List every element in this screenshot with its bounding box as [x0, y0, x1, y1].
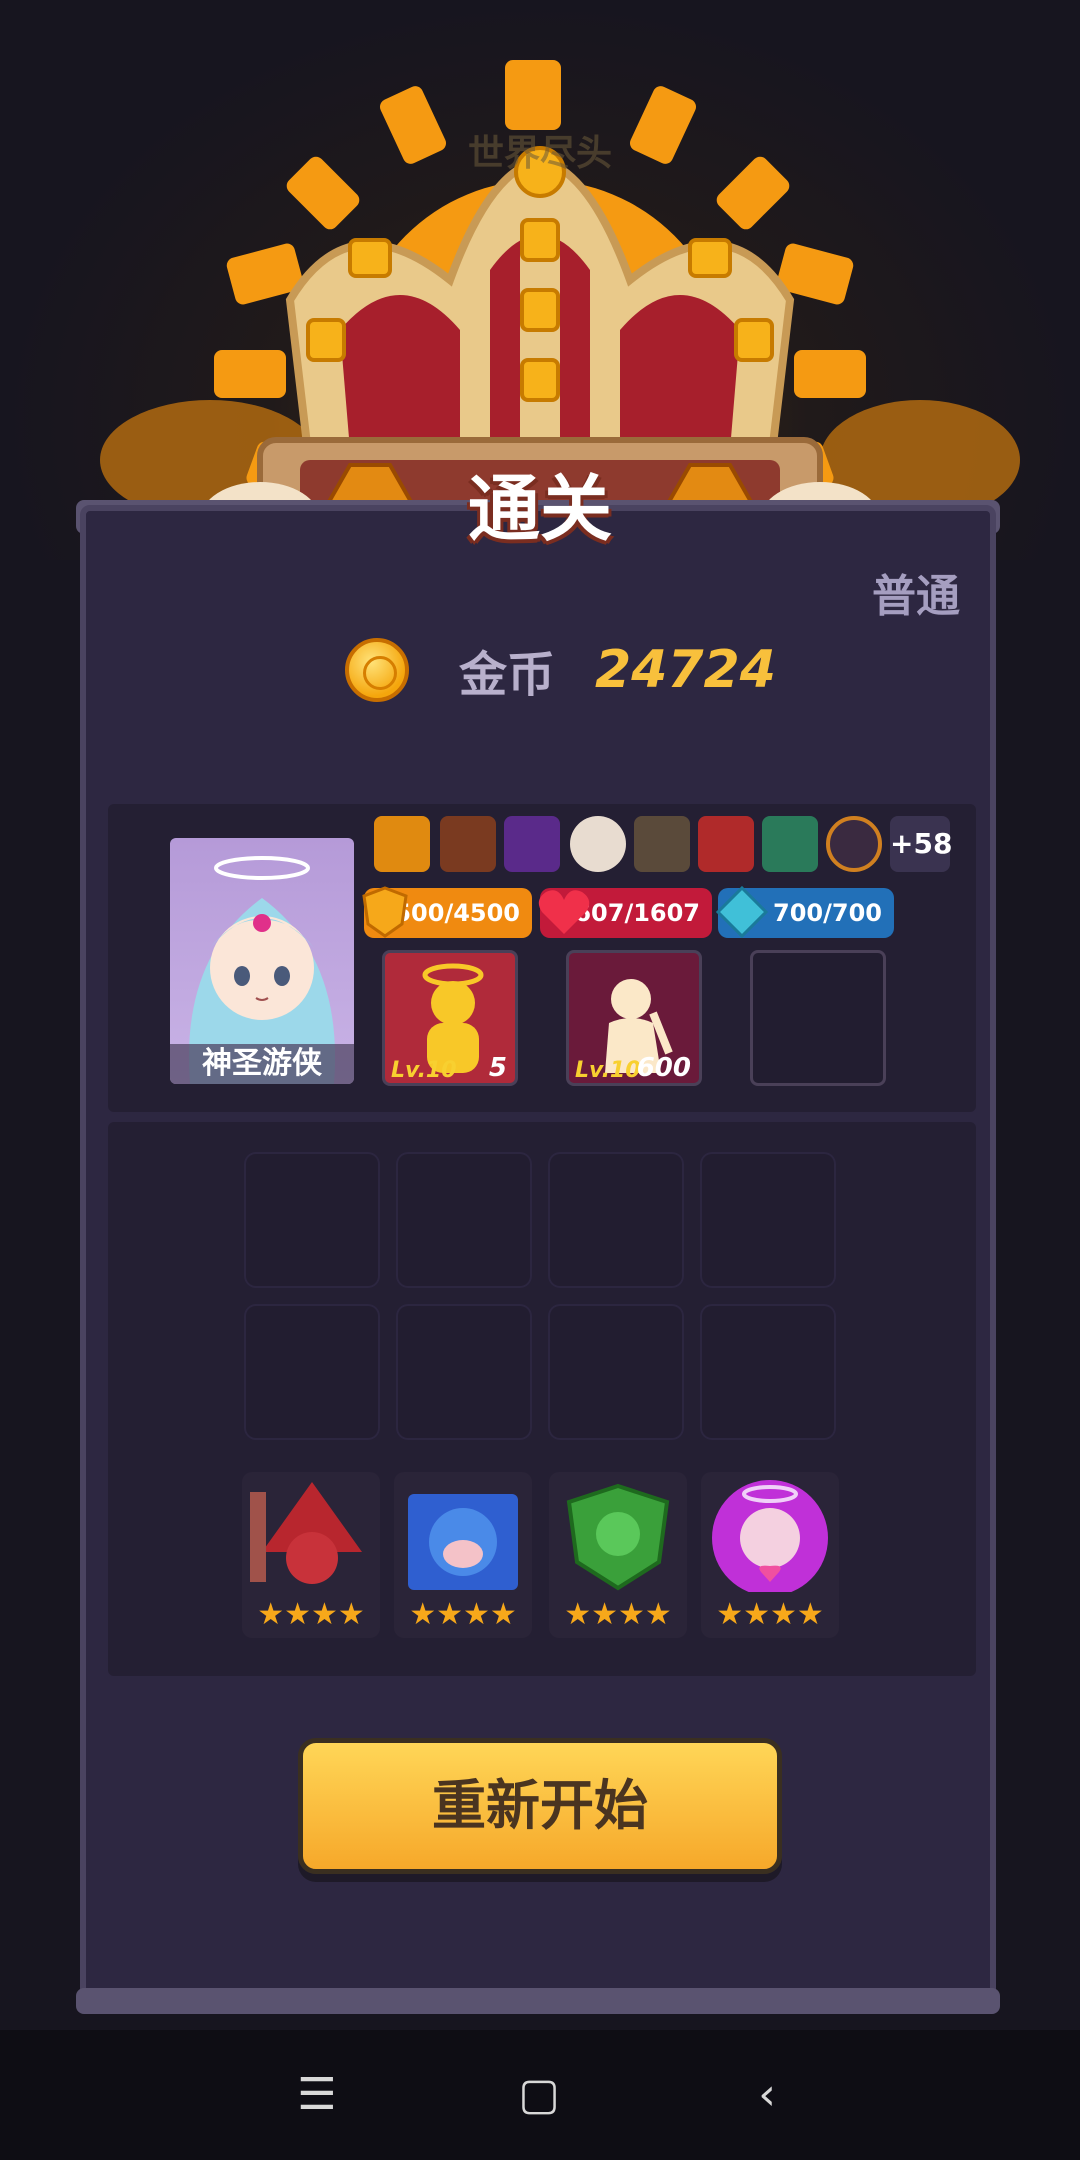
star-rating: ★★★★ [409, 1597, 517, 1632]
gold-label: 金币 [459, 647, 556, 703]
crown-shield-icon[interactable] [374, 816, 430, 872]
striped-hat-icon[interactable] [504, 816, 560, 872]
empty-slot[interactable] [244, 1152, 380, 1288]
more-relics-count[interactable]: +58 [890, 816, 952, 872]
empty-slot[interactable] [244, 1304, 380, 1440]
empty-slot[interactable] [700, 1152, 836, 1288]
book-icon[interactable] [440, 816, 496, 872]
home-icon[interactable]: ▢ [514, 2070, 564, 2120]
owl-icon[interactable] [634, 816, 690, 872]
purple-angel-icon [712, 1480, 828, 1596]
skill-count: 5 [488, 1053, 507, 1083]
gold-value: 24724 [595, 640, 776, 700]
hero-portrait[interactable]: 神圣游侠 [170, 838, 354, 1084]
green-shield-icon [566, 1483, 670, 1591]
star-rating: ★★★★ [257, 1597, 365, 1632]
empty-slot[interactable] [700, 1304, 836, 1440]
skill-level: Lv.10 [575, 1058, 641, 1083]
clear-banner-title: 通关 [467, 467, 612, 551]
compass-icon[interactable] [570, 816, 626, 872]
fire-flower-icon[interactable] [698, 816, 754, 872]
empty-slot[interactable] [396, 1152, 532, 1288]
stage-subtitle: 世界尽头 [467, 133, 612, 174]
skill-level: Lv.10 [391, 1058, 457, 1083]
menu-icon[interactable]: ☰ [292, 2070, 342, 2120]
panel-bottom-frame [76, 1988, 1000, 2014]
inventory-grid [108, 1122, 976, 1676]
shield-icon [362, 886, 408, 938]
difficulty-label: 普通 [872, 571, 960, 622]
heart-icon[interactable] [826, 816, 882, 872]
team-hero-purple-angel[interactable]: ★★★★ [701, 1472, 839, 1638]
heart-hp-icon [538, 890, 590, 934]
team-hero-green-shield[interactable]: ★★★★ [549, 1472, 687, 1638]
empty-slot[interactable] [548, 1152, 684, 1288]
gold-reward-row: 金币 24724 [345, 634, 776, 706]
hero-name: 神圣游侠 [170, 1044, 354, 1084]
team-hero-red-wizard[interactable]: ★★★★ [242, 1472, 380, 1638]
skill-slot-2[interactable]: Lv.10 600 [566, 950, 702, 1086]
skill-slot-1[interactable]: Lv.10 5 [382, 950, 518, 1086]
skill-slot-empty[interactable] [750, 950, 886, 1086]
back-icon[interactable]: ‹ [742, 2070, 792, 2120]
star-rating: ★★★★ [716, 1597, 824, 1632]
cactus-icon[interactable] [762, 816, 818, 872]
star-rating: ★★★★ [564, 1597, 672, 1632]
empty-slot[interactable] [548, 1304, 684, 1440]
coin-icon [345, 638, 409, 702]
empty-slot[interactable] [396, 1304, 532, 1440]
team-hero-blue-monkey[interactable]: ★★★★ [394, 1472, 532, 1638]
red-wizard-icon [250, 1482, 362, 1584]
restart-button[interactable]: 重新开始 [298, 1738, 782, 1874]
diamond-icon [715, 885, 769, 939]
skill-count: 600 [636, 1053, 691, 1083]
blue-monkey-icon [408, 1494, 518, 1590]
mana-value: 700/700 [773, 899, 882, 927]
